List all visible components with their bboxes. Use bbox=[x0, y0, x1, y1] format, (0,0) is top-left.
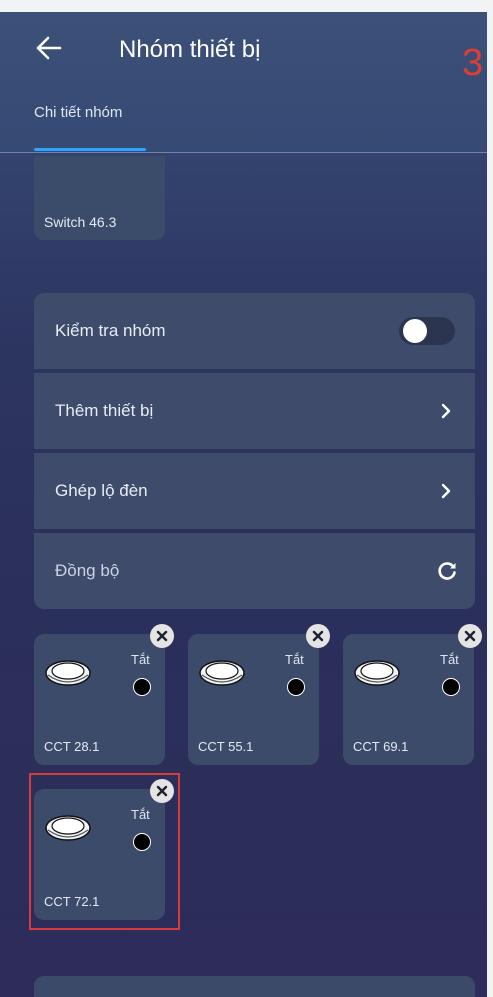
device-state-label: Tắt bbox=[131, 652, 150, 667]
group-check-toggle[interactable] bbox=[399, 317, 455, 345]
ceiling-lamp-icon bbox=[354, 660, 400, 686]
device-name: CCT 28.1 bbox=[44, 739, 100, 754]
chevron-right-icon bbox=[441, 483, 451, 499]
chevron-right-icon bbox=[441, 403, 451, 419]
page-title: Nhóm thiết bị bbox=[119, 36, 261, 63]
merge-light-label: Ghép lộ đèn bbox=[55, 481, 148, 500]
top-border bbox=[0, 0, 493, 12]
step-number: 3 bbox=[462, 42, 484, 84]
merge-light-row[interactable]: Ghép lộ đèn bbox=[34, 453, 475, 529]
power-toggle[interactable] bbox=[442, 678, 460, 696]
tab-group-details[interactable]: Chi tiết nhóm bbox=[34, 104, 122, 121]
refresh-icon[interactable] bbox=[436, 560, 458, 582]
arrow-left-icon[interactable] bbox=[34, 34, 64, 62]
sync-row[interactable]: Đồng bộ bbox=[34, 533, 475, 609]
ceiling-lamp-icon bbox=[45, 660, 91, 686]
device-card[interactable]: Tắt CCT 28.1 bbox=[34, 634, 165, 765]
switch-label: Switch 46.3 bbox=[44, 214, 117, 230]
right-border bbox=[487, 0, 493, 997]
power-toggle[interactable] bbox=[133, 678, 151, 696]
group-check-label: Kiểm tra nhóm bbox=[55, 321, 166, 340]
highlight-box bbox=[29, 773, 180, 930]
switch-card[interactable]: Switch 46.3 bbox=[34, 156, 165, 240]
device-card[interactable]: Tắt CCT 55.1 bbox=[188, 634, 319, 765]
bottom-card bbox=[34, 976, 475, 997]
device-state-label: Tắt bbox=[440, 652, 459, 667]
device-card[interactable]: Tắt CCT 69.1 bbox=[343, 634, 474, 765]
add-device-label: Thêm thiết bị bbox=[55, 401, 154, 420]
add-device-row[interactable]: Thêm thiết bị bbox=[34, 373, 475, 449]
toggle-knob bbox=[403, 319, 427, 343]
close-icon[interactable] bbox=[306, 624, 330, 648]
app-screen: Nhóm thiết bị 3 Chi tiết nhóm Switch 46.… bbox=[0, 0, 493, 997]
power-toggle[interactable] bbox=[287, 678, 305, 696]
device-name: CCT 55.1 bbox=[198, 739, 254, 754]
close-icon[interactable] bbox=[458, 624, 482, 648]
app-header: Nhóm thiết bị 3 Chi tiết nhóm bbox=[0, 12, 487, 153]
ceiling-lamp-icon bbox=[199, 660, 245, 686]
close-icon[interactable] bbox=[150, 624, 174, 648]
device-state-label: Tắt bbox=[285, 652, 304, 667]
tab-indicator bbox=[34, 148, 146, 151]
sync-label: Đồng bộ bbox=[55, 561, 120, 580]
group-menu: Kiểm tra nhóm Thêm thiết bị Ghép lộ đèn … bbox=[34, 293, 475, 613]
group-check-row[interactable]: Kiểm tra nhóm bbox=[34, 293, 475, 369]
device-name: CCT 69.1 bbox=[353, 739, 409, 754]
